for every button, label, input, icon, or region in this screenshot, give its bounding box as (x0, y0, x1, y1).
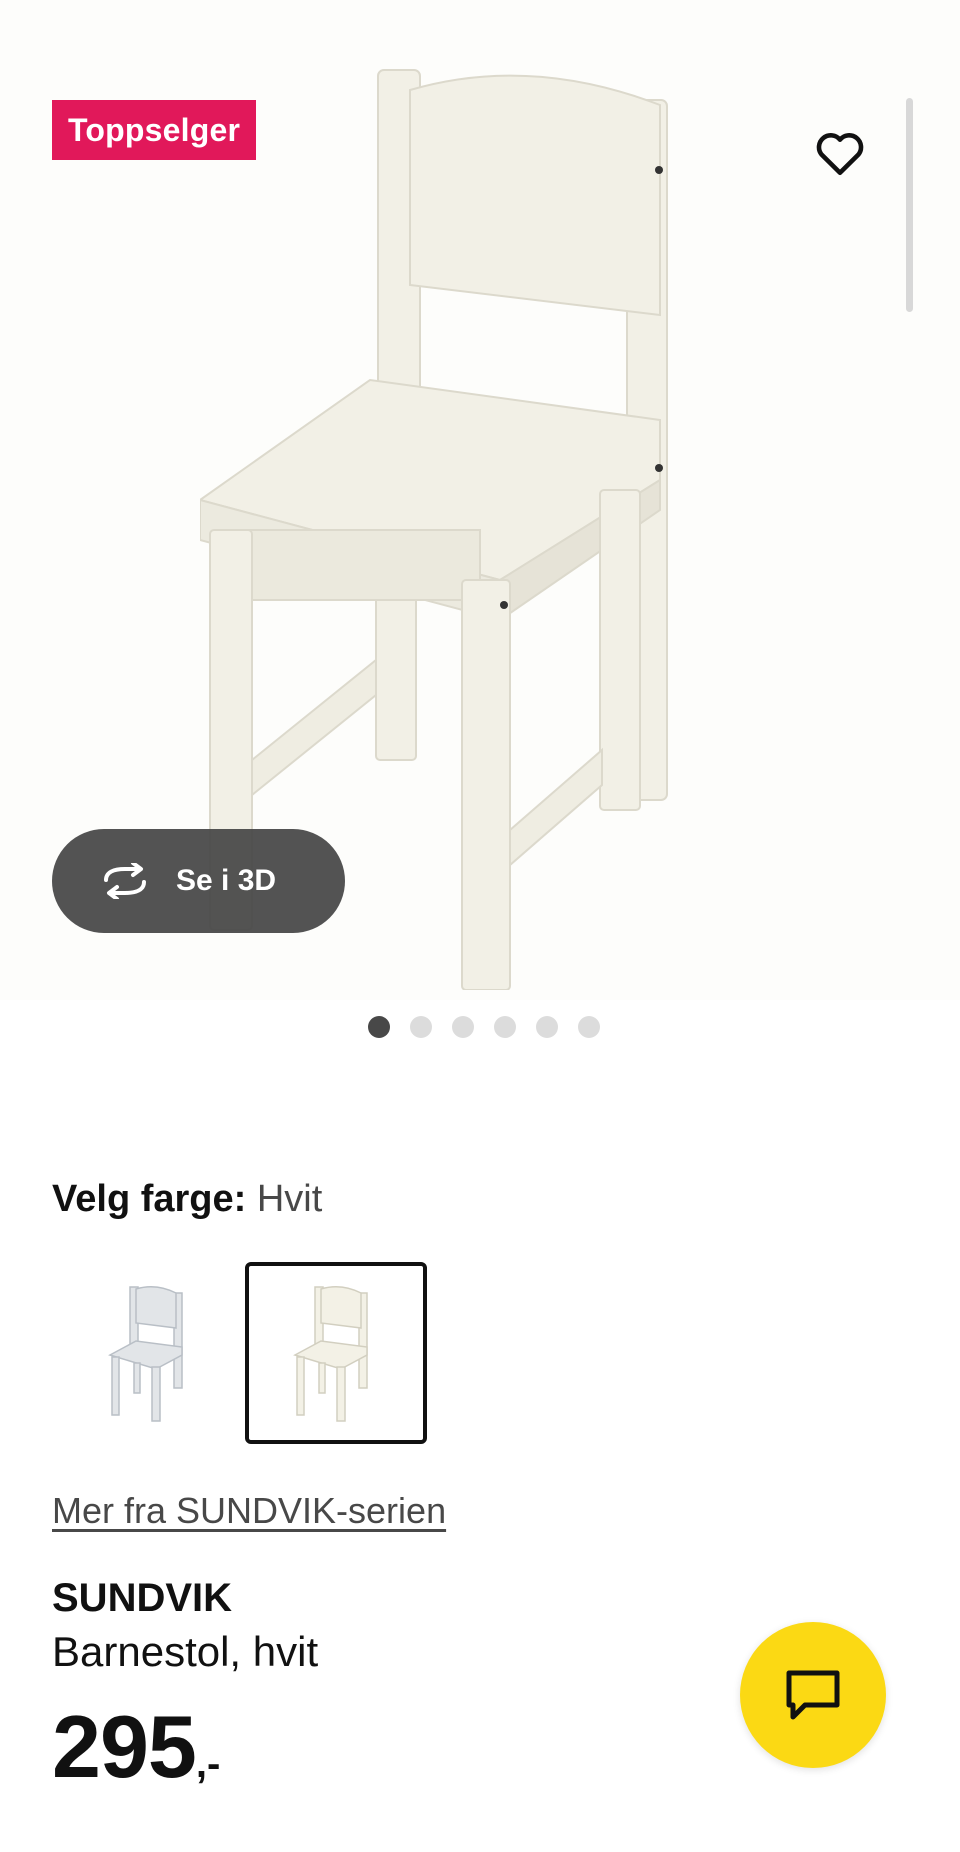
gallery-dot[interactable] (368, 1016, 390, 1038)
white-chair-thumbnail (293, 1286, 368, 1422)
view-3d-button[interactable]: Se i 3D (52, 829, 345, 933)
gallery-dot[interactable] (452, 1016, 474, 1038)
rotate-3d-icon (104, 863, 146, 899)
price-suffix: ,- (195, 1742, 221, 1786)
view-3d-label: Se i 3D (176, 864, 277, 897)
product-name: SUNDVIK (52, 1576, 233, 1620)
heart-icon (816, 133, 864, 176)
chat-icon (786, 1670, 840, 1720)
product-price: 295 ,- (52, 1696, 220, 1798)
product-description: Barnestol, hvit (52, 1628, 319, 1675)
color-label: Velg farge: (52, 1178, 247, 1220)
price-integer: 295 (52, 1697, 197, 1796)
favorite-button[interactable] (805, 118, 875, 188)
color-option-white[interactable] (245, 1262, 427, 1444)
gallery-dot[interactable] (410, 1016, 432, 1038)
bestseller-badge: Toppselger (52, 100, 257, 160)
gallery-dot[interactable] (494, 1016, 516, 1038)
product-gallery[interactable]: Toppselger Se i 3D (0, 0, 960, 1000)
scrollbar[interactable] (906, 98, 913, 312)
series-link[interactable]: Mer fra SUNDVIK-serien (52, 1490, 446, 1532)
color-selector-label: Velg farge: Hvit (52, 1178, 322, 1221)
grey-chair-thumbnail (108, 1286, 183, 1422)
color-option-grey[interactable] (60, 1262, 242, 1444)
gallery-dot[interactable] (536, 1016, 558, 1038)
selected-color: Hvit (256, 1178, 323, 1220)
gallery-pagination (0, 1016, 960, 1040)
chat-button[interactable] (740, 1622, 886, 1768)
gallery-dot[interactable] (578, 1016, 600, 1038)
